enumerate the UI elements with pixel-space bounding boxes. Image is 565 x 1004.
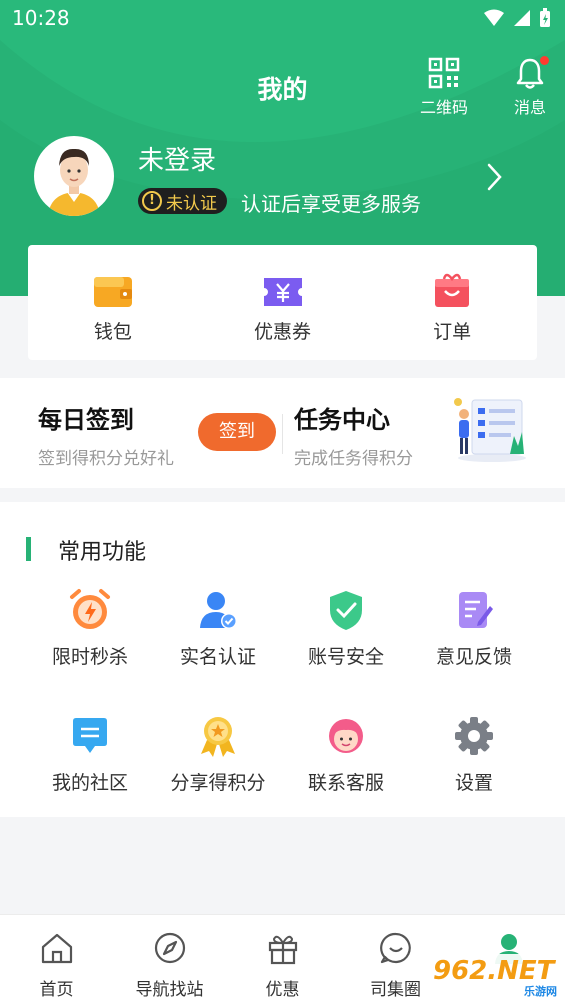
message-button[interactable]: 消息 <box>505 56 555 118</box>
chevron-right-icon[interactable] <box>484 160 504 194</box>
compass-icon <box>154 932 185 964</box>
avatar[interactable] <box>34 136 114 216</box>
community-chat-icon <box>73 718 107 753</box>
function-label: 意见反馈 <box>435 646 512 668</box>
divider <box>282 414 283 454</box>
battery-icon <box>540 8 550 27</box>
section-accent-bar <box>26 537 31 561</box>
quick-link-label: 优惠券 <box>254 321 312 343</box>
function-share-points[interactable]: 分享得积分 <box>158 714 278 795</box>
warning-icon: ! <box>142 191 162 211</box>
verification-hint: 认证后享受更多服务 <box>241 192 421 216</box>
quick-link-label: 订单 <box>433 321 472 343</box>
qr-code-icon <box>428 57 460 89</box>
function-label: 账号安全 <box>307 646 384 668</box>
medal-icon <box>201 717 235 757</box>
function-real-name-verify[interactable]: 实名认证 <box>158 588 278 669</box>
gear-icon <box>455 717 493 755</box>
message-label: 消息 <box>513 98 546 117</box>
function-my-community[interactable]: 我的社区 <box>30 714 150 795</box>
common-functions-section: 常用功能 限时秒杀 实名认证 账号安全 意见反馈 我的社区 分享得积分 联系客服… <box>0 502 565 817</box>
wifi-icon <box>484 9 504 26</box>
task-checklist-illustration[interactable] <box>452 396 528 464</box>
verified-user-icon <box>200 592 237 629</box>
coupon-icon <box>263 278 302 306</box>
tab-home[interactable]: 首页 <box>0 915 113 1004</box>
gift-icon <box>268 935 297 965</box>
status-bar: 10:28 <box>0 0 565 40</box>
avatar-illustration <box>48 148 100 216</box>
quick-links-card: 钱包 优惠券 订单 <box>28 245 537 360</box>
signal-icon <box>514 10 530 26</box>
function-settings[interactable]: 设置 <box>414 714 534 795</box>
unread-dot <box>540 56 549 65</box>
tab-label: 优惠 <box>265 980 300 1000</box>
chat-circle-icon <box>379 932 411 964</box>
watermark-logo: 962.NET 乐游网 <box>425 954 563 1002</box>
checkin-button[interactable]: 签到 <box>198 413 276 451</box>
tab-label: 导航找站 <box>135 980 204 1000</box>
function-label: 限时秒杀 <box>51 646 128 668</box>
verification-badge[interactable]: ! 未认证 <box>138 188 227 214</box>
function-feedback[interactable]: 意见反馈 <box>414 588 534 669</box>
function-label: 分享得积分 <box>170 772 266 794</box>
user-name[interactable]: 未登录 <box>138 140 216 177</box>
tab-discounts[interactable]: 优惠 <box>226 915 339 1004</box>
function-label: 实名认证 <box>179 646 256 668</box>
verification-status: 未认证 <box>166 193 217 214</box>
function-label: 联系客服 <box>307 772 384 794</box>
checkin-subtitle: 签到得积分兑好礼 <box>38 449 174 469</box>
tab-label: 首页 <box>39 980 74 1000</box>
alarm-clock-icon <box>70 589 110 629</box>
checkin-task-card: 每日签到 签到得积分兑好礼 签到 任务中心 完成任务得积分 <box>0 378 565 488</box>
watermark-sub: 乐游网 <box>524 985 557 998</box>
watermark-main: 962.NET <box>433 956 555 986</box>
customer-service-icon <box>329 719 363 753</box>
wallet-icon <box>93 277 132 307</box>
task-center-title[interactable]: 任务中心 <box>294 400 390 435</box>
checkin-title: 每日签到 <box>38 406 134 434</box>
task-center-subtitle: 完成任务得积分 <box>294 449 413 469</box>
quick-link-coupon[interactable]: 优惠券 <box>198 245 368 360</box>
quick-link-label: 钱包 <box>93 321 132 343</box>
status-time: 10:28 <box>12 6 70 30</box>
home-icon <box>41 933 72 964</box>
function-account-security[interactable]: 账号安全 <box>286 588 406 669</box>
feedback-icon <box>459 592 493 628</box>
function-contact-support[interactable]: 联系客服 <box>286 714 406 795</box>
qr-code-button[interactable]: 二维码 <box>414 56 474 118</box>
quick-link-order[interactable]: 订单 <box>367 245 537 360</box>
qr-code-label: 二维码 <box>419 98 468 117</box>
tab-label: 司集圈 <box>370 980 421 1000</box>
function-label: 设置 <box>454 772 493 794</box>
tab-navigation[interactable]: 导航找站 <box>113 915 226 1004</box>
function-label: 我的社区 <box>51 772 128 794</box>
function-flash-sale[interactable]: 限时秒杀 <box>30 588 150 669</box>
page-title: 我的 <box>257 75 308 104</box>
quick-link-wallet[interactable]: 钱包 <box>28 245 198 360</box>
section-title: 常用功能 <box>58 540 147 565</box>
order-icon <box>435 273 470 307</box>
shield-icon <box>330 591 362 630</box>
